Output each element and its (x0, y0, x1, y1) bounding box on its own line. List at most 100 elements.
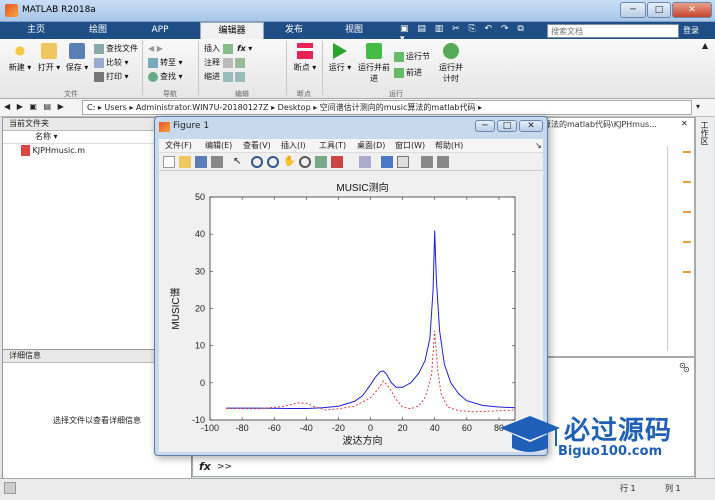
minimize-button[interactable]: ─ (620, 2, 646, 18)
compare-button[interactable]: 比较 ▾ (94, 57, 129, 69)
run-button[interactable]: 运行 ▾ (326, 43, 354, 73)
indent-button[interactable]: 缩进 (204, 71, 247, 83)
show-tools-icon[interactable] (437, 156, 449, 168)
tab-view[interactable]: 视图 (326, 22, 382, 39)
close-button[interactable]: ✕ (672, 2, 712, 18)
command-prompt[interactable]: >> (217, 462, 232, 472)
printer-icon (94, 71, 104, 82)
breadcrumb-users[interactable]: Users (104, 103, 126, 112)
figure-close-button[interactable]: ✕ (519, 120, 543, 132)
print-button[interactable]: 打印 ▾ (94, 71, 129, 83)
find-label: 查找 (160, 72, 176, 81)
watermark-url: Biguo100.com (558, 444, 663, 459)
run-advance-button[interactable]: 运行并前进 (358, 43, 390, 84)
tab-home[interactable]: 主页 (8, 22, 64, 39)
menu-edit[interactable]: 编辑(E) (205, 139, 232, 153)
pan-hand-icon[interactable]: ✋ (283, 156, 295, 168)
find-files-label: 查找文件 (106, 44, 138, 53)
code-analyzer-marks (683, 141, 691, 281)
insert-button[interactable]: 插入 fx ▾ (204, 43, 252, 55)
breadcrumb-admin[interactable]: Administrator.WIN7U-20180127Z (136, 103, 269, 112)
find-files-icon (94, 43, 104, 54)
find-files-button[interactable]: 查找文件 (94, 43, 138, 55)
zoom-out-icon[interactable] (267, 156, 279, 168)
brush-icon[interactable] (331, 156, 343, 168)
music-spectrum-chart[interactable]: -100 -80 -60 -40 -20 0 20 40 60 80-1001020304050M… (159, 171, 543, 452)
nav-group-label: 导航 (163, 90, 177, 98)
menu-window[interactable]: 窗口(W) (395, 139, 425, 153)
insert-icon (222, 43, 233, 54)
menu-view[interactable]: 查看(V) (243, 139, 271, 153)
m-file-icon (21, 145, 30, 156)
separator (286, 41, 287, 95)
legend-icon[interactable] (397, 156, 409, 168)
colorbar-icon[interactable] (381, 156, 393, 168)
save-disk-icon (69, 43, 85, 59)
scroll-up-icon[interactable]: ⊙ (683, 365, 690, 374)
collapse-ribbon-icon[interactable]: ▲ (702, 41, 708, 50)
quick-access-toolbar[interactable]: ▣ ▤ ▥ ✂ ⎘ ↶ ↷ ⧉ ▾ (400, 24, 540, 44)
breadcrumb-drive[interactable]: C: (87, 103, 95, 112)
folder-breadcrumb[interactable]: C: ▸ Users ▸ Administrator.WIN7U-2018012… (82, 100, 692, 115)
x-tick-label: -20 (332, 423, 345, 433)
find-button[interactable]: 查找 ▾ (148, 71, 183, 83)
link-plot-icon[interactable] (359, 156, 371, 168)
tab-publish[interactable]: 发布 (268, 22, 320, 39)
figure-minimize-button[interactable]: ─ (475, 120, 495, 132)
figure-maximize-button[interactable]: □ (497, 120, 517, 132)
menu-desktop[interactable]: 桌面(D) (357, 139, 385, 153)
goto-button[interactable]: 转至 ▾ (148, 57, 183, 69)
new-label: 新建 (8, 63, 25, 72)
y-tick-label: -10 (192, 415, 205, 425)
insert-label: 插入 (204, 44, 220, 53)
comment-button[interactable]: 注释 (204, 57, 247, 69)
menu-help[interactable]: 帮助(H) (435, 139, 463, 153)
compare-label: 比较 (106, 58, 122, 67)
menu-dock-icon[interactable]: ↘ (535, 139, 542, 153)
search-docs-input[interactable] (547, 24, 679, 38)
run-section-button[interactable]: 运行节 (394, 51, 430, 63)
fx-icon[interactable]: fx (199, 460, 211, 473)
advance-button[interactable]: 前进 (394, 67, 422, 79)
tab-plots[interactable]: 绘图 (70, 22, 126, 39)
figure-window[interactable]: Figure 1 ─ □ ✕ 文件(F) 编辑(E) 查看(V) 插入(I) 工… (154, 116, 548, 456)
new-figure-icon[interactable] (163, 156, 175, 168)
zoom-in-icon[interactable] (251, 156, 263, 168)
breadcrumb-desktop[interactable]: Desktop (278, 103, 311, 112)
file-group-label: 文件 (64, 90, 78, 98)
save-button[interactable]: 保存 ▾ (64, 43, 90, 73)
editor-tab[interactable]: 算法的matlab代码\KJPHmus... (543, 119, 657, 130)
editor-close-icon[interactable]: ✕ (681, 119, 688, 128)
figure-toolbar: ↖ ✋ (159, 153, 543, 171)
breadcrumb-folder[interactable]: 空间谱估计测向的music算法的matlab代码 (320, 103, 476, 112)
tab-apps[interactable]: APP (132, 22, 188, 39)
address-dropdown-icon[interactable]: ▾ (696, 102, 700, 111)
save-icon[interactable] (195, 156, 207, 168)
workspace-label[interactable]: 工作区 (699, 121, 710, 145)
login-link[interactable]: 登录 (683, 22, 699, 39)
open-icon[interactable] (179, 156, 191, 168)
menu-insert[interactable]: 插入(I) (281, 139, 306, 153)
run-time-button[interactable]: 运行并计时 (436, 43, 466, 84)
hide-tools-icon[interactable] (421, 156, 433, 168)
new-button[interactable]: 新建 ▾ (6, 43, 34, 73)
x-tick-label: 20 (398, 423, 408, 433)
status-indicator (4, 482, 16, 494)
breakpoints-button[interactable]: 断点 ▾ (292, 43, 318, 73)
comment-toggle-icon (234, 57, 245, 68)
open-button[interactable]: 打开 ▾ (36, 43, 62, 73)
y-tick-label: 50 (195, 192, 205, 202)
data-cursor-icon[interactable] (315, 156, 327, 168)
print-icon[interactable] (211, 156, 223, 168)
menu-file[interactable]: 文件(F) (165, 139, 192, 153)
figure-logo-icon (159, 122, 170, 132)
breakpoints-label: 断点 (293, 63, 310, 72)
tab-editor[interactable]: 编辑器 (200, 22, 264, 39)
nav-back-forward[interactable]: ◀ ▶ (148, 43, 163, 55)
menu-tools[interactable]: 工具(T) (319, 139, 346, 153)
pointer-icon[interactable]: ↖ (233, 156, 245, 168)
nav-arrows[interactable]: ◀ ▶ ▣ ▤ ▶ (4, 102, 66, 111)
maximize-button[interactable]: □ (647, 2, 671, 18)
rotate-icon[interactable] (299, 156, 311, 168)
percent-icon (222, 57, 233, 68)
